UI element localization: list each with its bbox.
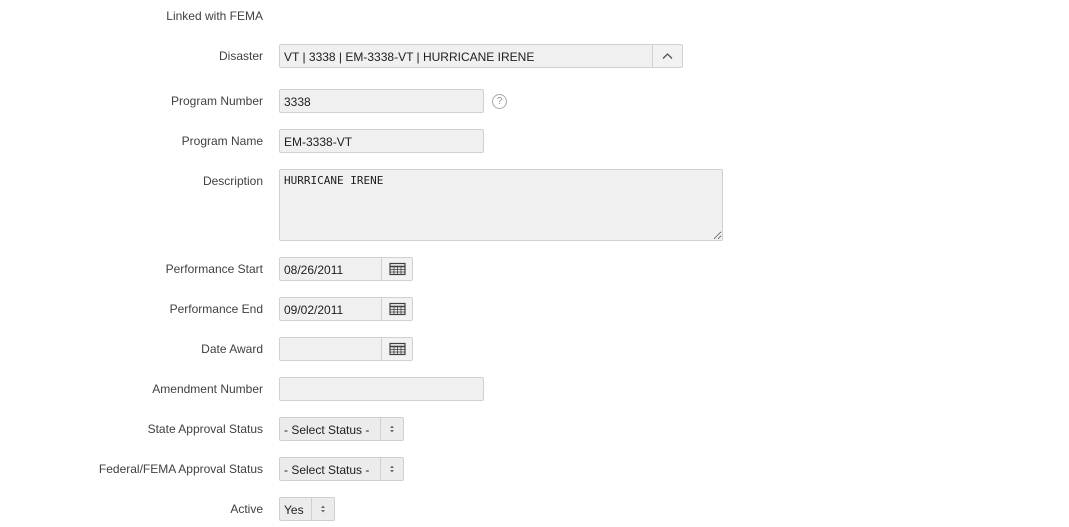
- disaster-row: Disaster VT | 3338 | EM-3338-VT | HURRIC…: [0, 44, 1069, 68]
- calendar-icon: [389, 302, 406, 316]
- amendment-number-row: Amendment Number: [0, 377, 1069, 401]
- select-arrows-icon: [380, 418, 403, 440]
- date-award-row: Date Award: [0, 337, 1069, 361]
- description-row: Description HURRICANE IRENE: [0, 169, 1069, 241]
- performance-start-input[interactable]: 08/26/2011: [279, 257, 382, 281]
- active-row: Active Yes: [0, 497, 1069, 521]
- calendar-icon: [389, 262, 406, 276]
- program-number-field[interactable]: 3338: [279, 89, 484, 113]
- active-select[interactable]: Yes: [279, 497, 335, 521]
- program-number-row: Program Number 3338 ?: [0, 89, 1069, 113]
- federal-approval-status-select[interactable]: - Select Status -: [279, 457, 404, 481]
- disaster-field[interactable]: VT | 3338 | EM-3338-VT | HURRICANE IRENE: [279, 44, 653, 68]
- disaster-toggle-button[interactable]: [652, 44, 683, 68]
- state-approval-status-row: State Approval Status - Select Status -: [0, 417, 1069, 441]
- federal-approval-status-value: - Select Status -: [284, 463, 370, 477]
- description-textarea[interactable]: HURRICANE IRENE: [279, 169, 723, 241]
- chevron-up-icon: [662, 53, 673, 59]
- description-label: Description: [202, 174, 263, 188]
- active-label: Active: [230, 502, 263, 516]
- performance-start-label: Performance Start: [165, 262, 263, 276]
- performance-end-label: Performance End: [169, 302, 263, 316]
- performance-end-calendar-button[interactable]: [381, 297, 413, 321]
- disaster-label: Disaster: [218, 49, 263, 63]
- amendment-number-label: Amendment Number: [152, 382, 263, 396]
- program-name-row: Program Name EM-3338-VT: [0, 129, 1069, 153]
- program-name-field[interactable]: EM-3338-VT: [279, 129, 484, 153]
- active-value: Yes: [284, 503, 304, 517]
- select-arrows-icon: [380, 458, 403, 480]
- linked-with-fema-row: Linked with FEMA: [0, 4, 1069, 28]
- help-icon[interactable]: ?: [492, 94, 507, 109]
- state-approval-status-select[interactable]: - Select Status -: [279, 417, 404, 441]
- state-approval-status-value: - Select Status -: [284, 423, 370, 437]
- federal-approval-status-label: Federal/FEMA Approval Status: [98, 462, 263, 476]
- date-award-calendar-button[interactable]: [381, 337, 413, 361]
- performance-start-row: Performance Start 08/26/2011: [0, 257, 1069, 281]
- program-number-label: Program Number: [170, 94, 263, 108]
- federal-approval-status-row: Federal/FEMA Approval Status - Select St…: [0, 457, 1069, 481]
- performance-end-row: Performance End 09/02/2011: [0, 297, 1069, 321]
- state-approval-status-label: State Approval Status: [147, 422, 263, 436]
- performance-end-input[interactable]: 09/02/2011: [279, 297, 382, 321]
- program-name-label: Program Name: [181, 134, 263, 148]
- calendar-icon: [389, 342, 406, 356]
- select-arrows-icon: [311, 498, 334, 520]
- linked-with-fema-label: Linked with FEMA: [166, 9, 263, 23]
- date-award-input[interactable]: [279, 337, 382, 361]
- amendment-number-field[interactable]: [279, 377, 484, 401]
- date-award-label: Date Award: [201, 342, 263, 356]
- performance-start-calendar-button[interactable]: [381, 257, 413, 281]
